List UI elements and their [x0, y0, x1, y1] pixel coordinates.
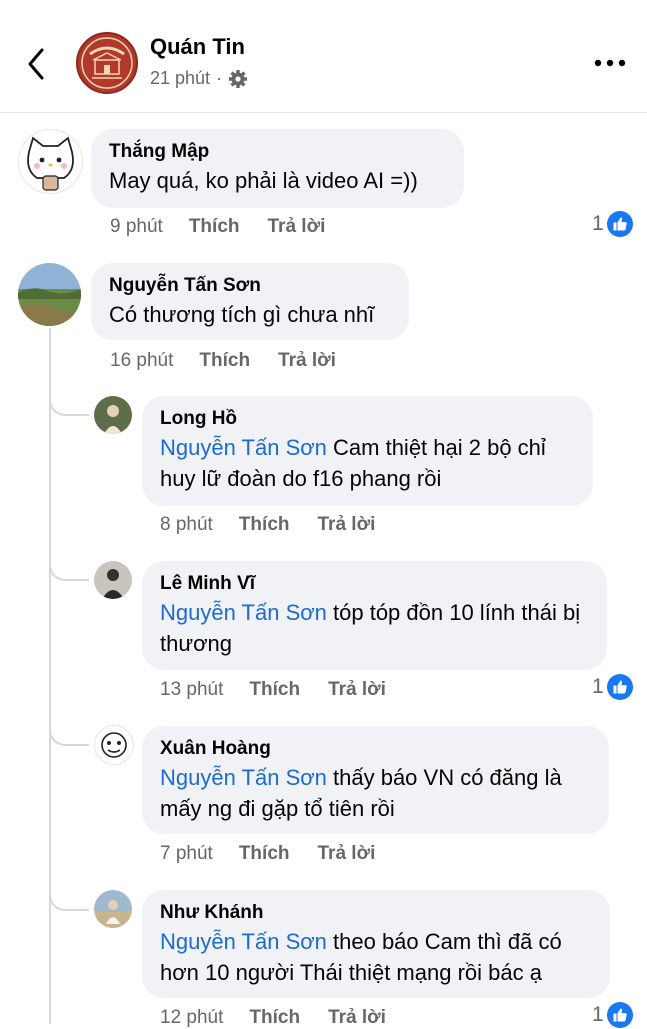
- comment-actions: 9 phút Thích Trả lời: [110, 216, 353, 238]
- logo-icon: [81, 37, 133, 89]
- like-button[interactable]: Thích: [189, 216, 240, 238]
- reply-bubble[interactable]: Long Hồ Nguyễn Tấn Sơn Cam thiệt hại 2 b…: [142, 396, 593, 506]
- reply-button[interactable]: Trả lời: [318, 514, 376, 536]
- reply-connector: [49, 545, 89, 581]
- reaction-count[interactable]: 1: [592, 674, 633, 700]
- chevron-left-icon[interactable]: [20, 44, 54, 84]
- comment-bubble[interactable]: Thắng Mập May quá, ko phải là video AI =…: [91, 129, 464, 208]
- reply-button[interactable]: Trả lời: [268, 216, 326, 238]
- avatar[interactable]: [94, 396, 132, 434]
- mention-link[interactable]: Nguyễn Tấn Sơn: [160, 435, 327, 460]
- reply-button[interactable]: Trả lời: [278, 350, 336, 372]
- avatar[interactable]: [94, 725, 134, 765]
- comment-actions: 13 phút Thích Trả lời: [160, 679, 414, 701]
- comment-author[interactable]: Như Khánh: [160, 900, 592, 926]
- gear-icon: [229, 69, 248, 88]
- like-icon: [606, 1002, 633, 1028]
- landscape-avatar-icon: [18, 263, 81, 326]
- comment-author[interactable]: Lê Minh Vĩ: [160, 571, 589, 597]
- comment-time: 13 phút: [160, 679, 224, 700]
- post-meta: 21 phút ·: [150, 68, 248, 89]
- reaction-number: 1: [592, 212, 604, 235]
- reply-button[interactable]: Trả lời: [318, 843, 376, 865]
- comment-author[interactable]: Long Hồ: [160, 406, 575, 432]
- comment-text: May quá, ko phải là video AI =)): [109, 168, 418, 193]
- person-avatar-icon: [94, 890, 132, 928]
- like-button[interactable]: Thích: [199, 350, 250, 372]
- comment-actions: 8 phút Thích Trả lời: [160, 514, 403, 536]
- comment-text: Có thương tích gì chưa nhĩ: [109, 302, 375, 327]
- cat-avatar-icon: [27, 136, 74, 191]
- like-button[interactable]: Thích: [249, 1007, 300, 1029]
- avatar[interactable]: [94, 890, 132, 928]
- comment-time: 8 phút: [160, 514, 213, 535]
- page-title[interactable]: Quán Tin: [150, 34, 245, 60]
- reply-button[interactable]: Trả lời: [328, 679, 386, 701]
- like-button[interactable]: Thích: [249, 679, 300, 701]
- comment-actions: 12 phút Thích Trả lời: [160, 1007, 414, 1029]
- comment-time: 7 phút: [160, 843, 213, 864]
- post-time: 21 phút: [150, 68, 211, 88]
- comment-time: 12 phút: [160, 1007, 224, 1028]
- comment-actions: 7 phút Thích Trả lời: [160, 843, 403, 865]
- mention-link[interactable]: Nguyễn Tấn Sơn: [160, 929, 327, 954]
- reaction-count[interactable]: 1: [592, 211, 633, 237]
- comment-text: Nguyễn Tấn Sơn tóp tóp đồn 10 lính thái …: [160, 597, 589, 659]
- reply-bubble[interactable]: Như Khánh Nguyễn Tấn Sơn theo báo Cam th…: [142, 890, 610, 998]
- reply-bubble[interactable]: Lê Minh Vĩ Nguyễn Tấn Sơn tóp tóp đồn 10…: [142, 561, 607, 670]
- person-avatar-icon: [94, 561, 132, 599]
- reply-connector: [49, 380, 89, 416]
- reply-bubble[interactable]: Xuân Hoàng Nguyễn Tấn Sơn thấy báo VN có…: [142, 726, 609, 834]
- meta-separator: ·: [216, 68, 223, 88]
- comment-author[interactable]: Thắng Mập: [109, 139, 446, 165]
- reply-button[interactable]: Trả lời: [328, 1007, 386, 1029]
- more-options-icon[interactable]: [593, 57, 627, 69]
- like-icon: [606, 211, 633, 237]
- page-avatar[interactable]: [76, 32, 138, 94]
- mention-link[interactable]: Nguyễn Tấn Sơn: [160, 600, 327, 625]
- mention-link[interactable]: Nguyễn Tấn Sơn: [160, 765, 327, 790]
- comment-bubble[interactable]: Nguyễn Tấn Sơn Có thương tích gì chưa nh…: [91, 263, 409, 340]
- comment-text: Nguyễn Tấn Sơn Cam thiệt hại 2 bộ chỉ hu…: [160, 432, 575, 494]
- comment-text: Nguyễn Tấn Sơn theo báo Cam thì đã có hơ…: [160, 926, 592, 988]
- thread-line: [49, 328, 51, 1024]
- comment-text: Nguyễn Tấn Sơn thấy báo VN có đăng là mấ…: [160, 762, 591, 824]
- avatar[interactable]: [94, 561, 132, 599]
- face-sticker-icon: [101, 732, 127, 758]
- like-button[interactable]: Thích: [239, 843, 290, 865]
- comment-author[interactable]: Xuân Hoàng: [160, 736, 591, 762]
- person-avatar-icon: [94, 396, 132, 434]
- reply-connector: [49, 875, 89, 911]
- post-header: Quán Tin 21 phút ·: [0, 0, 647, 113]
- reaction-count[interactable]: 1: [592, 1002, 633, 1028]
- comment-actions: 16 phút Thích Trả lời: [110, 350, 364, 372]
- like-icon: [606, 674, 633, 700]
- like-button[interactable]: Thích: [239, 514, 290, 536]
- comment-author[interactable]: Nguyễn Tấn Sơn: [109, 273, 391, 299]
- comment-time: 16 phút: [110, 350, 174, 371]
- reply-connector: [49, 710, 89, 746]
- comment-time: 9 phút: [110, 216, 163, 237]
- avatar[interactable]: [18, 129, 83, 194]
- avatar[interactable]: [18, 263, 81, 326]
- reaction-number: 1: [592, 675, 604, 698]
- reaction-number: 1: [592, 1003, 604, 1026]
